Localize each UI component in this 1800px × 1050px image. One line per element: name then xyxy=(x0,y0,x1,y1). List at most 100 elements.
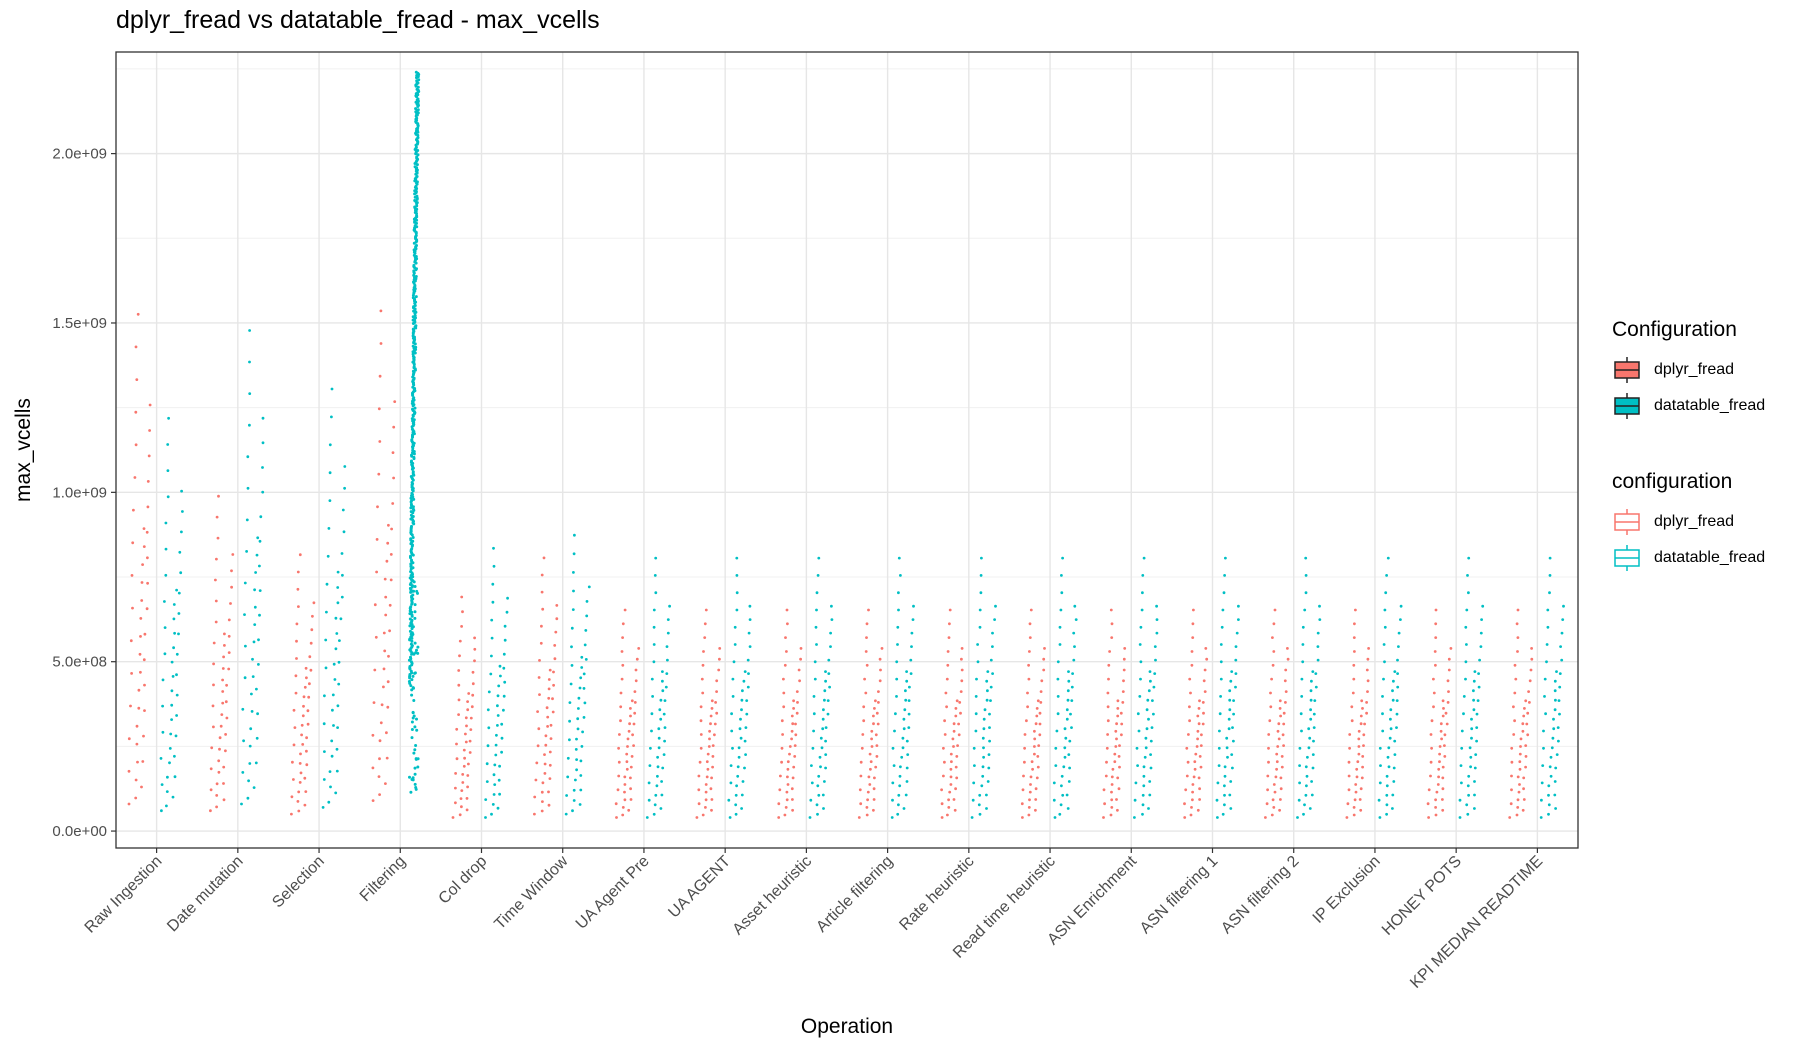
data-point xyxy=(465,724,468,728)
data-point xyxy=(1272,806,1276,809)
data-point xyxy=(179,571,183,575)
data-point xyxy=(1361,755,1365,758)
data-point xyxy=(1480,618,1483,621)
data-point xyxy=(1361,765,1364,769)
data-point xyxy=(621,663,625,667)
data-point xyxy=(1266,788,1269,792)
data-point xyxy=(574,748,578,751)
data-point xyxy=(1280,755,1284,758)
data-point xyxy=(492,793,496,796)
data-point xyxy=(414,275,418,278)
data-point xyxy=(1062,765,1066,769)
data-point xyxy=(1348,746,1351,750)
data-point xyxy=(954,787,957,791)
data-point xyxy=(215,794,219,797)
data-point xyxy=(786,775,789,779)
data-point xyxy=(1189,813,1193,817)
data-point xyxy=(1554,807,1557,810)
data-point xyxy=(411,778,415,782)
data-point xyxy=(710,798,714,801)
data-point xyxy=(221,678,225,682)
data-point xyxy=(1104,774,1108,778)
data-point xyxy=(869,760,873,764)
data-point xyxy=(379,721,383,725)
y-tick-label: 5.0e+08 xyxy=(52,654,107,671)
data-point xyxy=(261,466,264,469)
data-point xyxy=(251,675,255,678)
data-point xyxy=(1234,685,1237,689)
data-point xyxy=(1216,781,1220,785)
data-point xyxy=(130,672,134,675)
data-point xyxy=(1110,622,1114,626)
data-point xyxy=(248,360,251,364)
data-point xyxy=(1107,677,1110,681)
data-point xyxy=(127,737,131,741)
data-point xyxy=(1516,775,1520,779)
data-point xyxy=(1282,744,1285,747)
x-tick-label: IP Exclusion xyxy=(1310,853,1384,927)
data-point xyxy=(371,766,375,770)
data-point xyxy=(952,745,955,748)
data-point xyxy=(1314,685,1318,689)
data-point xyxy=(1199,765,1203,769)
data-point xyxy=(1267,733,1271,736)
data-point xyxy=(911,618,915,621)
data-point xyxy=(1304,765,1308,769)
data-point xyxy=(1232,739,1235,743)
data-point xyxy=(414,744,418,747)
data-point xyxy=(663,739,666,743)
data-point xyxy=(1149,679,1152,683)
data-point xyxy=(940,788,943,792)
data-point xyxy=(140,581,144,584)
data-point xyxy=(1395,712,1399,716)
data-point xyxy=(339,617,343,621)
data-point xyxy=(1351,691,1355,695)
data-point xyxy=(393,400,397,403)
data-point xyxy=(391,451,395,454)
data-point xyxy=(457,683,461,687)
data-point xyxy=(461,781,465,784)
data-point xyxy=(468,751,472,754)
data-point xyxy=(1028,650,1031,653)
data-point xyxy=(540,624,543,628)
data-point xyxy=(944,691,948,695)
data-point xyxy=(1399,618,1402,621)
data-point xyxy=(545,706,549,710)
data-point xyxy=(1359,714,1363,718)
data-point xyxy=(1429,774,1432,778)
data-point xyxy=(1042,657,1046,661)
data-point xyxy=(1472,698,1475,702)
data-point xyxy=(1034,798,1038,801)
data-point xyxy=(630,755,634,758)
data-point xyxy=(1198,798,1201,801)
data-point xyxy=(1065,717,1069,721)
legend-item-dplyr-fread: dplyr_fread xyxy=(1612,504,1765,540)
data-point xyxy=(553,657,557,661)
data-point xyxy=(165,804,168,808)
data-point xyxy=(335,769,339,773)
data-point xyxy=(948,622,951,626)
data-point xyxy=(1277,722,1281,726)
data-point xyxy=(970,816,974,819)
data-point xyxy=(385,756,389,760)
data-point xyxy=(872,714,875,718)
data-point xyxy=(1397,631,1401,635)
data-point xyxy=(584,658,588,661)
data-point xyxy=(1116,714,1120,718)
data-point xyxy=(544,743,548,747)
data-point xyxy=(485,762,489,766)
data-point xyxy=(1354,608,1357,612)
data-point xyxy=(161,678,165,682)
data-point xyxy=(581,730,584,734)
x-tick-label: UA AGENT xyxy=(665,853,734,922)
data-point xyxy=(413,585,417,588)
data-point xyxy=(214,599,218,603)
data-point xyxy=(718,657,721,661)
data-point xyxy=(332,724,335,727)
data-point xyxy=(1381,729,1385,733)
data-point xyxy=(1304,556,1308,560)
data-point xyxy=(710,707,714,710)
data-point xyxy=(135,742,139,746)
data-point xyxy=(1446,679,1450,683)
data-point xyxy=(217,759,221,763)
